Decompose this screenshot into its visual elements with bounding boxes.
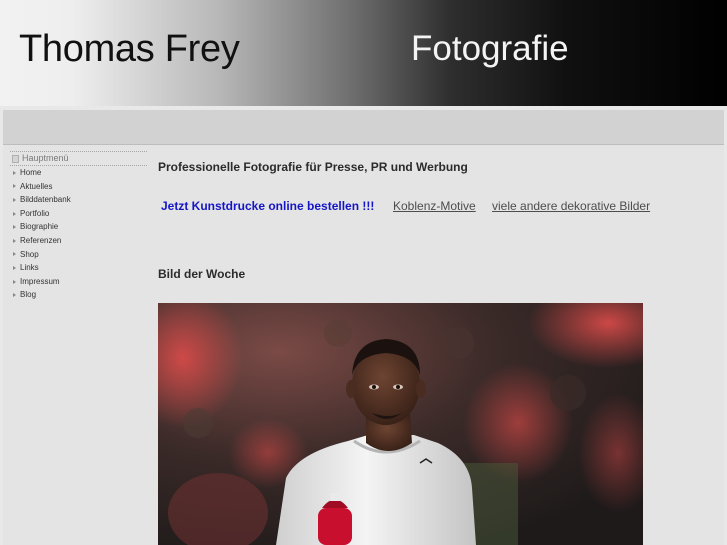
menu-item-label: Links [20,263,39,273]
arrow-right-icon [13,198,16,203]
site-name[interactable]: Thomas Frey [19,27,240,71]
arrow-right-icon [13,293,16,298]
menu-item-label: Portfolio [20,208,50,218]
menu-item-links[interactable]: Links [10,261,147,275]
koblenz-motifs-link[interactable]: Koblenz-Motive [393,199,476,213]
menu-item-label: Aktuelles [20,181,53,191]
arrow-right-icon [13,184,16,189]
menu-item-label: Shop [20,249,39,259]
menu-item-label: Referenzen [20,235,62,245]
arrow-right-icon [13,170,16,175]
menu-item-home[interactable]: Home [10,166,147,180]
menu-item-biographie[interactable]: Biographie [10,220,147,234]
menu-item-label: Home [20,168,42,177]
menu-item-blog[interactable]: Blog [10,288,147,302]
menu-item-label: Bilddatenbank [20,195,71,205]
decorative-pictures-link[interactable]: viele andere dekorative Bilder [492,199,650,213]
main-menu-title-text: Hauptmenü [22,153,69,163]
athlete-photo [158,303,643,545]
top-navigation-bar [3,109,724,145]
menu-item-bilddatenbank[interactable]: Bilddatenbank [10,193,147,207]
page-heading: Professionelle Fotografie für Presse, PR… [158,160,468,174]
arrow-right-icon [13,252,16,257]
arrow-right-icon [13,225,16,230]
menu-item-referenzen[interactable]: Referenzen [10,234,147,248]
arrow-right-icon [13,211,16,216]
site-tagline: Fotografie [411,29,569,68]
order-prints-link[interactable]: Jetzt Kunstdrucke online bestellen !!! [161,199,374,213]
site-header: Thomas Frey Fotografie [0,0,727,106]
menu-item-shop[interactable]: Shop [10,248,147,262]
main-menu: Hauptmenü Home Aktuelles Bilddatenbank P… [10,151,147,302]
arrow-right-icon [13,238,16,243]
menu-item-label: Biographie [20,222,59,232]
menu-item-portfolio[interactable]: Portfolio [10,207,147,221]
menu-item-aktuelles[interactable]: Aktuelles [10,180,147,194]
arrow-right-icon [13,279,16,284]
menu-item-label: Impressum [20,276,60,286]
arrow-right-icon [13,266,16,271]
menu-item-label: Blog [20,290,37,300]
photo-of-the-week[interactable] [158,303,643,545]
menu-item-impressum[interactable]: Impressum [10,275,147,289]
main-menu-title: Hauptmenü [10,151,147,166]
photo-of-week-heading: Bild der Woche [158,267,246,281]
menu-toggle-icon [12,154,19,163]
